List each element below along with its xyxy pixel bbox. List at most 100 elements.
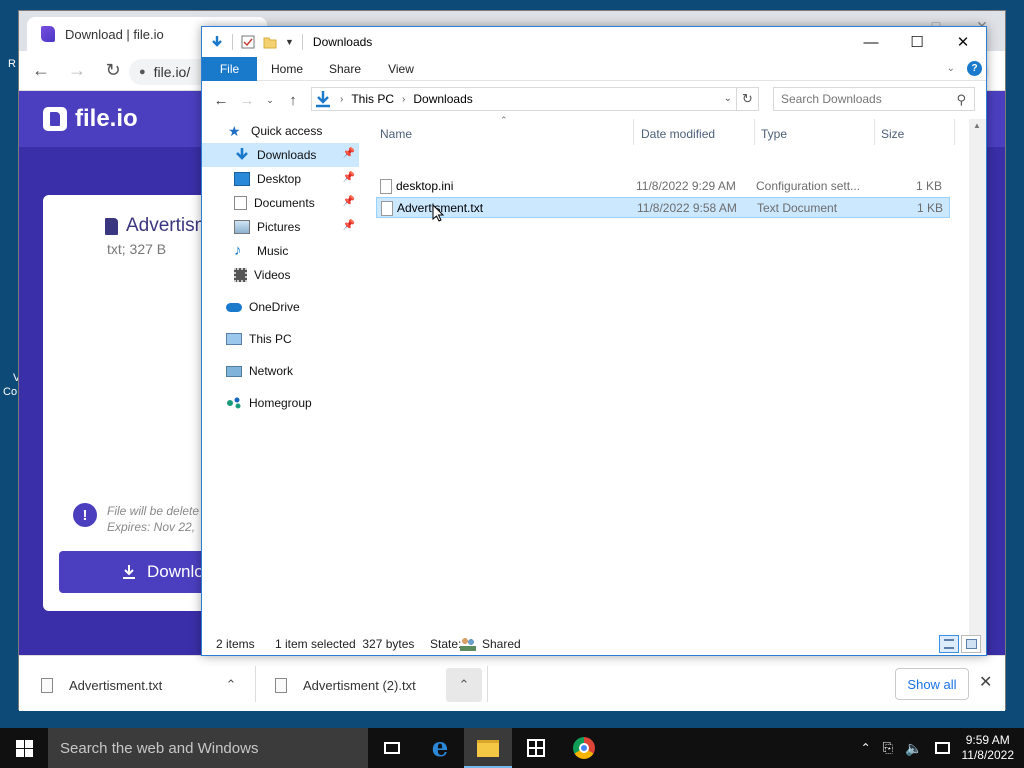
file-row[interactable]: Advertisment.txt 11/8/2022 9:58 AM Text … — [376, 197, 950, 218]
breadcrumb-this-pc[interactable]: This PC — [351, 92, 394, 106]
action-center-icon[interactable] — [934, 742, 950, 754]
selection-info: 1 item selected 327 bytes — [275, 637, 415, 651]
file-type: Text Document — [757, 201, 838, 215]
column-header-type[interactable]: Type — [761, 123, 787, 145]
new-folder-icon[interactable] — [263, 35, 277, 49]
pin-icon[interactable]: 📌 — [343, 196, 355, 207]
column-header-size[interactable]: Size — [881, 123, 904, 145]
vertical-scrollbar[interactable]: ▲ ▼ — [969, 119, 986, 653]
column-header-date-modified[interactable]: Date modified — [641, 123, 715, 145]
large-icons-view-button[interactable] — [961, 635, 981, 653]
nav-item-downloads[interactable]: Downloads 📌 — [202, 143, 359, 167]
clock[interactable]: 9:59 AM 11/8/2022 — [962, 733, 1015, 763]
show-all-button[interactable]: Show all — [895, 668, 969, 700]
expand-ribbon-icon[interactable]: ⌄ — [947, 63, 955, 74]
download-item[interactable]: Advertisment.txt — [41, 668, 162, 702]
text-file-icon — [41, 677, 53, 693]
chevron-up-icon[interactable]: ⌃ — [446, 668, 482, 702]
nav-item-quick-access[interactable]: ★ Quick access — [202, 119, 359, 143]
window-title: Downloads — [312, 35, 373, 49]
tab-home[interactable]: Home — [257, 57, 317, 81]
nav-item-pictures[interactable]: Pictures 📌 — [202, 215, 359, 239]
nav-item-label: Downloads — [257, 148, 317, 162]
fileio-logo-icon[interactable] — [43, 107, 67, 131]
file-date: 11/8/2022 9:29 AM — [636, 179, 736, 193]
nav-item-label: This PC — [249, 332, 292, 346]
edge-button[interactable]: e — [416, 728, 464, 768]
tab-share[interactable]: Share — [317, 57, 373, 81]
chevron-up-icon[interactable]: ⌃ — [213, 668, 249, 702]
pin-icon[interactable]: 📌 — [343, 148, 355, 159]
file-size: 1 KB — [916, 201, 943, 215]
nav-item-documents[interactable]: Documents 📌 — [202, 191, 359, 215]
minimize-icon[interactable]: — — [848, 27, 894, 57]
search-input[interactable]: Search Downloads ⚲ — [773, 87, 975, 111]
close-icon[interactable]: ✕ — [940, 27, 986, 57]
forward-arrow-icon[interactable]: → — [67, 60, 87, 81]
nav-item-onedrive[interactable]: OneDrive — [202, 295, 359, 319]
text-file-icon — [381, 201, 393, 216]
nav-item-desktop[interactable]: Desktop 📌 — [202, 167, 359, 191]
nav-item-music[interactable]: ♪ Music — [202, 239, 359, 263]
taskbar-search-input[interactable]: Search the web and Windows — [48, 728, 368, 768]
state-value: Shared — [482, 637, 521, 651]
nav-item-label: Music — [257, 244, 289, 258]
quick-access-toolbar: ▼ — [202, 34, 303, 50]
file-title: Advertism — [105, 215, 210, 237]
tray-chevron-up-icon[interactable]: ⌃ — [861, 741, 871, 755]
state-label: State: — [430, 637, 462, 651]
store-button[interactable] — [512, 728, 560, 768]
pin-icon[interactable]: 📌 — [343, 172, 355, 183]
nav-item-label: Pictures — [257, 220, 301, 234]
fileio-favicon-icon — [41, 26, 55, 42]
recent-locations-icon[interactable]: ⌄ — [260, 95, 280, 106]
column-header-name[interactable]: Name — [380, 123, 412, 145]
system-tray: ⌃ ⎘ 🔈 9:59 AM 11/8/2022 — [861, 728, 1014, 768]
scroll-up-icon[interactable]: ▲ — [973, 121, 981, 130]
chrome-icon — [573, 737, 595, 759]
back-arrow-icon[interactable]: ← — [208, 92, 234, 109]
file-explorer-button[interactable] — [464, 728, 512, 768]
help-icon[interactable]: ? — [967, 61, 982, 76]
shared-users-icon — [460, 637, 476, 651]
breadcrumb-downloads[interactable]: Downloads — [413, 92, 472, 106]
videos-icon — [234, 268, 247, 282]
status-bar: 2 items 1 item selected 327 bytes State:… — [202, 631, 986, 657]
volume-icon[interactable]: 🔈 — [905, 740, 922, 757]
mouse-cursor-icon — [432, 204, 444, 222]
tab-file[interactable]: File — [202, 56, 257, 81]
tab-view[interactable]: View — [373, 57, 429, 81]
download-item[interactable]: Advertisment (2).txt — [275, 668, 416, 702]
folder-icon — [477, 739, 499, 757]
reload-icon[interactable]: ↻ — [103, 60, 123, 81]
download-item-name: Advertisment.txt — [69, 677, 163, 693]
download-arrow-icon[interactable] — [210, 35, 224, 49]
nav-item-videos[interactable]: Videos — [202, 263, 359, 287]
details-view-button[interactable] — [939, 635, 959, 653]
properties-icon[interactable] — [241, 35, 255, 49]
forward-arrow-icon[interactable]: → — [234, 92, 260, 109]
item-count: 2 items — [216, 637, 255, 651]
network-icon[interactable]: ⎘ — [883, 740, 893, 756]
file-list: ⌃ Name Date modified Type Size desktop.i… — [372, 115, 980, 629]
chrome-button[interactable] — [560, 728, 608, 768]
chevron-down-icon[interactable]: ⌄ — [724, 93, 732, 104]
nav-item-this-pc[interactable]: This PC — [202, 327, 359, 351]
back-arrow-icon[interactable]: ← — [31, 60, 51, 81]
pin-icon[interactable]: 📌 — [343, 220, 355, 231]
windows-logo-icon — [15, 739, 33, 757]
refresh-icon[interactable]: ↻ — [736, 88, 758, 110]
close-icon[interactable]: ✕ — [979, 672, 992, 692]
chevron-down-icon[interactable]: ▼ — [285, 37, 294, 47]
nav-item-homegroup[interactable]: Homegroup — [202, 391, 359, 415]
maximize-icon[interactable]: ☐ — [894, 27, 940, 57]
fileio-brand[interactable]: file.io — [75, 105, 138, 133]
nav-item-label: Desktop — [257, 172, 302, 186]
nav-item-network[interactable]: Network — [202, 359, 359, 383]
file-row[interactable]: desktop.ini 11/8/2022 9:29 AM Configurat… — [376, 176, 950, 197]
address-bar[interactable]: › This PC › Downloads ⌄ ↻ — [311, 87, 759, 111]
start-button[interactable] — [0, 728, 48, 768]
up-arrow-icon[interactable]: ↑ — [280, 92, 306, 109]
task-view-button[interactable] — [368, 728, 416, 768]
download-arrow-icon — [316, 91, 330, 108]
